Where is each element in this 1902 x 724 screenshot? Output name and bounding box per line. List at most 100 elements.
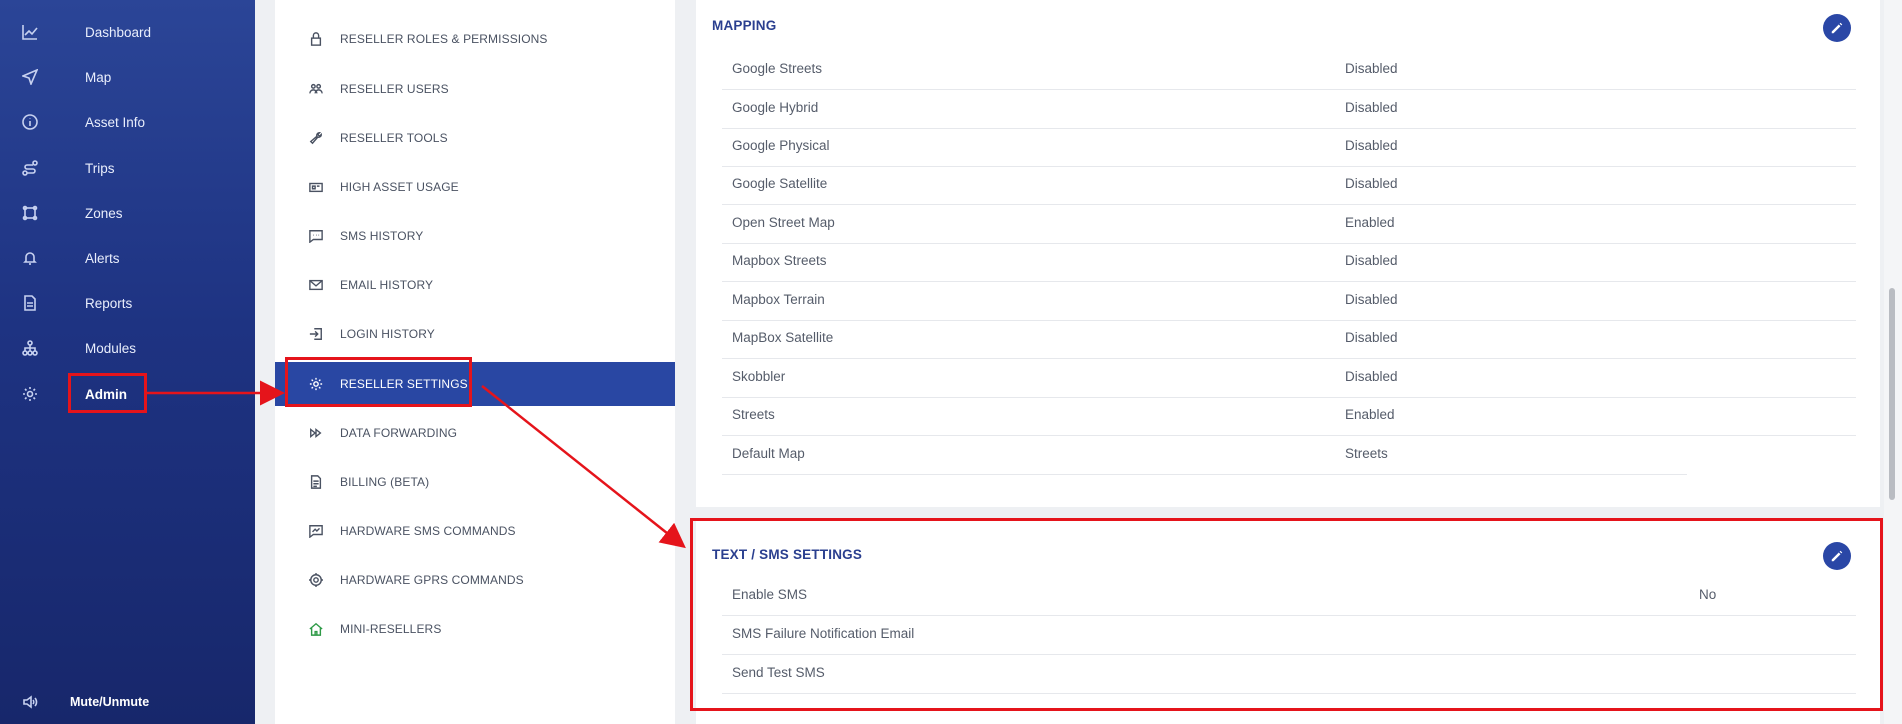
submenu-item-hardware-sms[interactable]: HARDWARE SMS COMMANDS	[275, 509, 675, 553]
row-key: Mapbox Terrain	[732, 292, 825, 307]
main-sidebar: Dashboard Map Asset Info Trips Zones Ale…	[0, 0, 255, 724]
mapping-edit-button[interactable]	[1823, 14, 1851, 42]
submenu-item-reseller-settings[interactable]: RESELLER SETTINGS	[275, 362, 675, 406]
row-value: Disabled	[1345, 369, 1398, 384]
login-icon	[308, 326, 324, 342]
row-key: Default Map	[732, 446, 805, 461]
wrench-icon	[308, 130, 324, 146]
row-value: Disabled	[1345, 330, 1398, 345]
row-key: Google Hybrid	[732, 100, 819, 115]
sms-command-icon	[308, 523, 324, 539]
fast-forward-icon	[308, 425, 324, 441]
row-value: Enabled	[1345, 407, 1395, 422]
nav-item-admin[interactable]: Admin	[0, 374, 255, 414]
sim-card-icon	[308, 179, 324, 195]
row-key: Open Street Map	[732, 215, 835, 230]
mapping-row: Default Map Streets	[722, 436, 1687, 475]
row-value: Disabled	[1345, 292, 1398, 307]
nav-label: Alerts	[85, 250, 120, 266]
mapping-row: Google Hybrid Disabled	[722, 90, 1856, 129]
row-value: Disabled	[1345, 176, 1398, 191]
submenu-item-reseller-users[interactable]: RESELLER USERS	[275, 67, 675, 111]
gear-icon	[308, 376, 324, 392]
submenu-label: DATA FORWARDING	[340, 426, 458, 440]
mapping-title: MAPPING	[712, 18, 777, 33]
nav-item-asset-info[interactable]: Asset Info	[0, 102, 255, 142]
nav-label: Map	[85, 69, 112, 85]
submenu-item-hardware-gprs[interactable]: HARDWARE GPRS COMMANDS	[275, 558, 675, 602]
submenu-label: EMAIL HISTORY	[340, 278, 434, 292]
row-key: Google Physical	[732, 138, 830, 153]
mapping-row: Google Physical Disabled	[722, 128, 1856, 167]
speaker-icon	[21, 693, 39, 711]
submenu-label: RESELLER SETTINGS	[340, 377, 468, 391]
submenu-item-high-asset-usage[interactable]: HIGH ASSET USAGE	[275, 165, 675, 209]
row-key: Google Streets	[732, 61, 823, 76]
navigation-arrow-icon	[21, 68, 39, 86]
sms-edit-button[interactable]	[1823, 542, 1851, 570]
mute-toggle[interactable]: Mute/Unmute	[0, 684, 255, 720]
row-value: Disabled	[1345, 61, 1398, 76]
invoice-icon	[308, 474, 324, 490]
pencil-icon	[1831, 550, 1843, 562]
target-icon	[308, 572, 324, 588]
nav-item-trips[interactable]: Trips	[0, 148, 255, 188]
nav-label: Zones	[85, 205, 123, 221]
nav-item-zones[interactable]: Zones	[0, 193, 255, 233]
submenu-label: HARDWARE GPRS COMMANDS	[340, 573, 524, 587]
lock-icon	[308, 31, 324, 47]
info-circle-icon	[21, 113, 39, 131]
nav-label: Admin	[85, 386, 127, 402]
mapping-row: Mapbox Terrain Disabled	[722, 282, 1856, 321]
submenu-item-email-history[interactable]: EMAIL HISTORY	[275, 263, 675, 307]
nav-item-alerts[interactable]: Alerts	[0, 238, 255, 278]
route-icon	[21, 159, 39, 177]
submenu-item-mini-resellers[interactable]: MINI-RESELLERS	[275, 607, 675, 651]
row-key: Mapbox Streets	[732, 253, 827, 268]
home-icon	[308, 621, 324, 637]
gear-icon	[21, 385, 39, 403]
nav-item-map[interactable]: Map	[0, 57, 255, 97]
row-value: Disabled	[1345, 138, 1398, 153]
modules-tree-icon	[21, 339, 39, 357]
mapping-row: Google Streets Disabled	[722, 51, 1856, 90]
mapping-row: Open Street Map Enabled	[722, 205, 1856, 244]
submenu-item-login-history[interactable]: LOGIN HISTORY	[275, 312, 675, 356]
nav-item-dashboard[interactable]: Dashboard	[0, 12, 255, 52]
mapping-card: MAPPING Google Streets Disabled Google Hy…	[696, 0, 1880, 507]
sms-row: SMS Failure Notification Email	[722, 616, 1856, 655]
envelope-icon	[308, 277, 324, 293]
mapping-row: MapBox Satellite Disabled	[722, 320, 1856, 359]
submenu-item-sms-history[interactable]: SMS HISTORY	[275, 214, 675, 258]
row-value: Disabled	[1345, 253, 1398, 268]
row-value: Enabled	[1345, 215, 1395, 230]
chart-line-icon	[21, 23, 39, 41]
submenu-label: HIGH ASSET USAGE	[340, 180, 459, 194]
submenu-label: RESELLER ROLES & PERMISSIONS	[340, 32, 548, 46]
row-key: MapBox Satellite	[732, 330, 834, 345]
nav-label: Trips	[85, 160, 115, 176]
row-key: Enable SMS	[732, 587, 808, 602]
sms-row: Enable SMS No	[722, 577, 1856, 616]
bell-icon	[21, 249, 39, 267]
submenu-label: RESELLER TOOLS	[340, 131, 448, 145]
submenu-item-data-forwarding[interactable]: DATA FORWARDING	[275, 411, 675, 455]
submenu-item-reseller-roles[interactable]: RESELLER ROLES & PERMISSIONS	[275, 17, 675, 61]
nav-item-reports[interactable]: Reports	[0, 283, 255, 323]
sms-row[interactable]: Send Test SMS	[722, 655, 1856, 694]
row-key: Streets	[732, 407, 775, 422]
submenu-label: MINI-RESELLERS	[340, 622, 442, 636]
submenu-label: RESELLER USERS	[340, 82, 449, 96]
zone-polygon-icon	[21, 204, 39, 222]
sms-settings-card: TEXT / SMS SETTINGS Enable SMS No SMS Fai…	[696, 520, 1880, 724]
pencil-icon	[1831, 22, 1843, 34]
submenu-label: SMS HISTORY	[340, 229, 424, 243]
send-test-sms-link[interactable]: Send Test SMS	[732, 665, 825, 680]
mapping-row: Google Satellite Disabled	[722, 166, 1856, 205]
nav-item-modules[interactable]: Modules	[0, 328, 255, 368]
submenu-item-reseller-tools[interactable]: RESELLER TOOLS	[275, 116, 675, 160]
sms-settings-title: TEXT / SMS SETTINGS	[712, 547, 863, 562]
submenu-item-billing[interactable]: BILLING (BETA)	[275, 460, 675, 504]
scrollbar-thumb[interactable]	[1889, 288, 1895, 500]
row-key: Google Satellite	[732, 176, 828, 191]
